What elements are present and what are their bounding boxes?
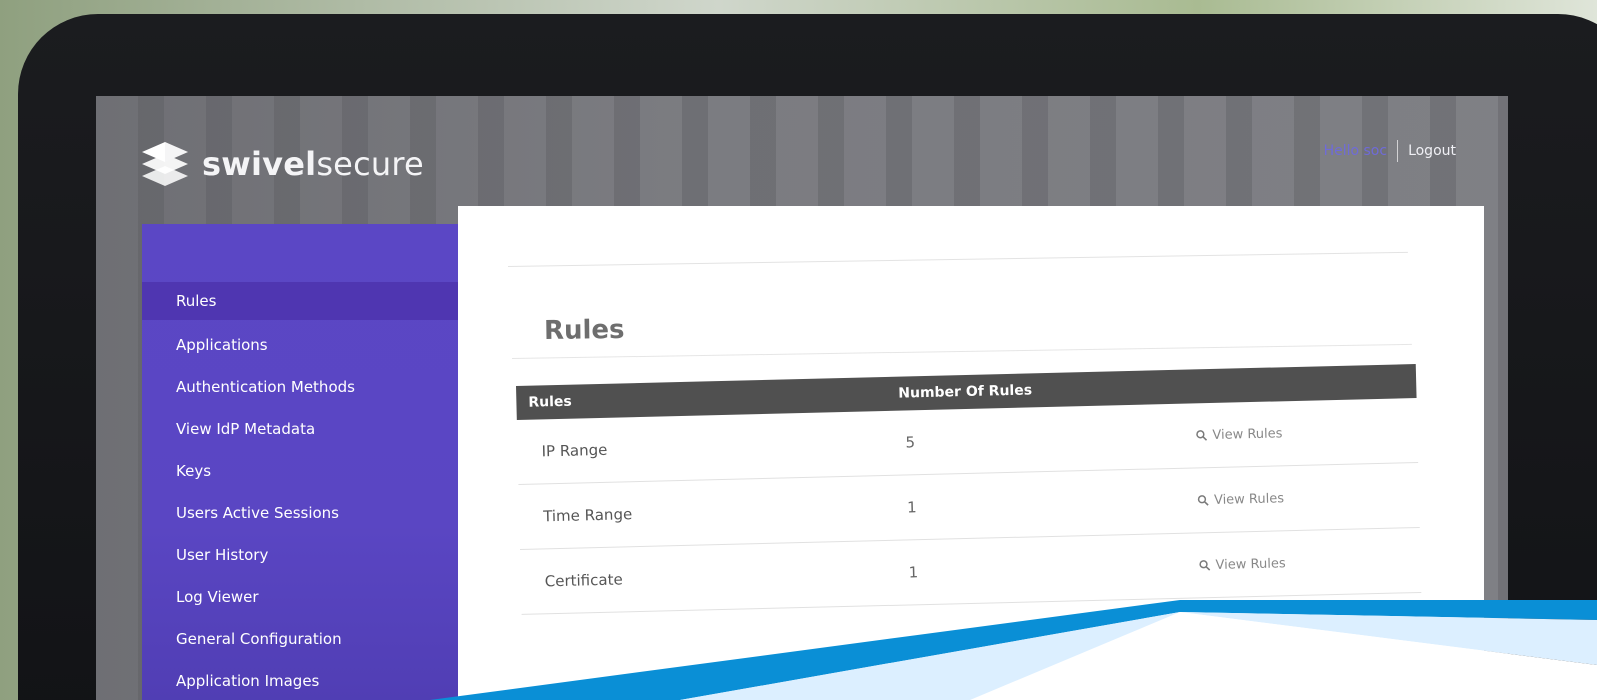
brand-name-light: secure (316, 145, 424, 183)
sidebar-item-user-history[interactable]: User History (142, 536, 458, 574)
col-rules: Rules (528, 393, 572, 411)
sidebar-item-label: View IdP Metadata (176, 420, 316, 438)
rule-name: Time Range (542, 505, 633, 526)
rule-name: IP Range (541, 440, 608, 461)
rule-name: Certificate (544, 570, 623, 591)
user-bar-separator (1397, 140, 1399, 162)
view-rules-link[interactable]: View Rules (1180, 552, 1420, 573)
swivel-logo-icon (138, 140, 192, 188)
magnifier-icon (1198, 559, 1211, 571)
greeting-text: Hello soc (1323, 143, 1388, 159)
main-content: Rules Rules Number Of Rules IP Range 5 V… (458, 206, 1484, 700)
sidebar-item-label: Authentication Methods (176, 378, 355, 396)
app-screen: swivelsecure Hello soc Logout Rules Appl… (96, 96, 1508, 700)
sidebar-item-label: Users Active Sessions (176, 504, 339, 522)
view-rules-link[interactable]: View Rules (1177, 422, 1417, 443)
sidebar-item-log-viewer[interactable]: Log Viewer (142, 578, 458, 616)
title-divider (511, 343, 1412, 359)
brand-logo[interactable]: swivelsecure (138, 140, 424, 188)
sidebar-item-label: Keys (176, 462, 212, 480)
magnifier-icon (1195, 429, 1208, 441)
brand-text: swivelsecure (202, 148, 424, 180)
col-actions (1176, 381, 1416, 387)
sidebar-item-rules[interactable]: Rules (142, 282, 484, 320)
sidebar-item-authentication-methods[interactable]: Authentication Methods (142, 368, 458, 406)
logout-link[interactable]: Logout (1408, 143, 1456, 159)
brand-name-bold: swivel (202, 145, 317, 183)
view-rules-label: View Rules (1213, 490, 1285, 508)
view-rules-label: View Rules (1212, 425, 1283, 443)
magnifier-icon (1197, 494, 1209, 506)
rule-count: 5 (905, 433, 916, 452)
top-divider (507, 251, 1408, 267)
rule-count: 1 (906, 498, 917, 517)
sidebar-item-label: Applications (176, 336, 268, 354)
sidebar-item-label: Log Viewer (176, 588, 259, 606)
sidebar-item-keys[interactable]: Keys (142, 452, 458, 490)
sidebar-item-label: User History (176, 546, 269, 564)
sidebar-item-label: Rules (176, 292, 217, 310)
photo-scene: swivelsecure Hello soc Logout Rules Appl… (0, 0, 1597, 700)
sidebar-item-view-idp-metadata[interactable]: View IdP Metadata (142, 410, 458, 448)
user-bar: Hello soc Logout (1324, 140, 1456, 162)
view-rules-link[interactable]: View Rules (1179, 487, 1419, 508)
sidebar-item-general-configuration[interactable]: General Configuration (142, 620, 458, 658)
sidebar-item-users-active-sessions[interactable]: Users Active Sessions (142, 494, 458, 532)
col-number-of-rules: Number Of Rules (898, 382, 1033, 402)
sidebar: Rules Applications Authentication Method… (142, 224, 484, 700)
sidebar-item-label: General Configuration (176, 630, 342, 648)
sidebar-item-applications[interactable]: Applications (142, 326, 458, 364)
view-rules-label: View Rules (1215, 555, 1286, 573)
rules-table: Rules Number Of Rules IP Range 5 View Ru… (516, 364, 1422, 615)
page-title: Rules (543, 314, 625, 346)
sidebar-item-application-images[interactable]: Application Images (142, 662, 458, 700)
rule-count: 1 (908, 563, 919, 582)
sidebar-item-label: Application Images (176, 672, 320, 690)
